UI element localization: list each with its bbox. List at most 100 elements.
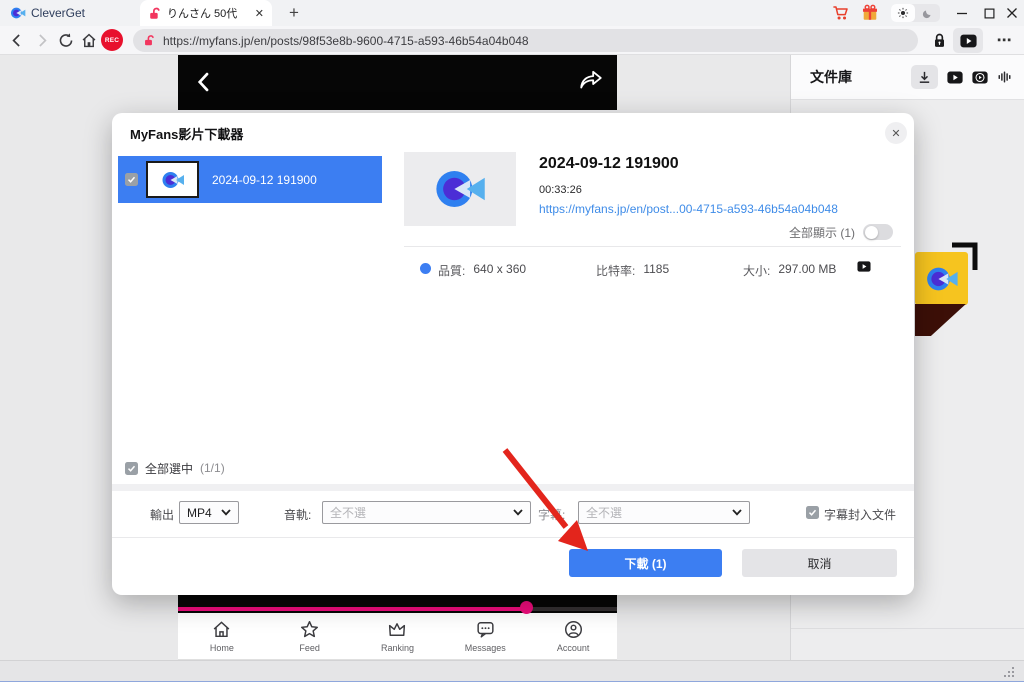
crown-icon: [389, 623, 406, 637]
section-divider: [112, 484, 914, 491]
select-all-checkbox[interactable]: [125, 461, 138, 475]
video-library-icon[interactable]: [947, 71, 963, 84]
nav-item-feed[interactable]: Feed: [275, 619, 345, 659]
item-checkbox[interactable]: [125, 173, 138, 186]
dialog-title: MyFans影片下載器: [130, 127, 244, 142]
light-mode-segment[interactable]: [891, 4, 915, 22]
audio-track-select[interactable]: 全不選: [322, 501, 531, 524]
embed-subtitle-checkbox[interactable]: [806, 506, 819, 519]
downloading-video-icon[interactable]: [972, 71, 988, 84]
detail-duration: 00:33:26: [539, 184, 582, 196]
app-window: CleverGet りんさん 50代 ✕ + REC https://myfan…: [0, 0, 1024, 682]
progress-watched: [178, 607, 527, 611]
back-icon[interactable]: [8, 32, 26, 49]
close-window-button[interactable]: [1000, 0, 1024, 26]
bitrate-value: 1185: [643, 262, 670, 276]
tab-close-icon[interactable]: ✕: [255, 7, 264, 20]
video-downloader-button[interactable]: [953, 28, 983, 53]
sun-icon: [897, 7, 909, 19]
audio-waveform-icon[interactable]: [997, 70, 1012, 84]
item-title: 2024-09-12 191900: [212, 172, 317, 187]
rec-badge[interactable]: REC: [101, 29, 123, 51]
widget-logo-tile[interactable]: [915, 252, 968, 305]
quality-label: 品質:: [438, 264, 466, 278]
library-tab-downloading[interactable]: [911, 65, 938, 89]
widget-ribbon: [915, 304, 966, 336]
nav-item-ranking[interactable]: Ranking: [362, 619, 432, 659]
chevron-down-icon: [513, 509, 523, 516]
share-icon[interactable]: [578, 69, 604, 93]
url-text: https://myfans.jp/en/posts/98f53e8b-9600…: [163, 33, 529, 48]
gift-icon[interactable]: [861, 4, 879, 22]
video-download-icon: [959, 34, 977, 47]
app-title: CleverGet: [31, 6, 86, 20]
lock-icon[interactable]: [932, 32, 947, 49]
check-icon: [808, 509, 817, 516]
page-back-icon[interactable]: [194, 71, 214, 93]
embed-subtitle-label: 字幕封入文件: [824, 508, 897, 522]
new-tab-button[interactable]: +: [284, 0, 304, 26]
select-all-count: (1/1): [200, 461, 225, 475]
forward-icon[interactable]: [33, 32, 51, 49]
quality-radio[interactable]: [420, 263, 431, 274]
output-format-select[interactable]: MP4: [179, 501, 239, 524]
cleverget-logo-icon: [436, 171, 485, 207]
select-all-row[interactable]: 全部選中 (1/1): [125, 460, 225, 476]
check-icon: [127, 176, 136, 183]
nav-label: Ranking: [380, 643, 414, 653]
download-icon: [919, 71, 930, 83]
browser-menu-icon[interactable]: ⋯: [992, 29, 1016, 52]
detail-source-link[interactable]: https://myfans.jp/en/post...00-4715-a593…: [539, 202, 838, 216]
download-button[interactable]: 下載 (1): [569, 549, 722, 577]
size-value: 297.00 MB: [778, 262, 837, 276]
minimize-button[interactable]: [950, 0, 974, 26]
theme-toggle[interactable]: [891, 4, 940, 22]
library-title: 文件庫: [810, 69, 852, 85]
home-icon[interactable]: [80, 32, 98, 49]
nav-item-messages[interactable]: Messages: [450, 619, 520, 659]
reload-icon[interactable]: [57, 32, 75, 49]
moon-icon: [922, 9, 931, 18]
maximize-button[interactable]: [977, 0, 1001, 26]
progress-remaining: [527, 607, 617, 611]
minimize-icon: [957, 12, 967, 15]
cancel-button[interactable]: 取消: [742, 549, 897, 577]
maximize-icon: [984, 8, 994, 18]
site-bottom-nav: Home Feed Ranking Messages Account: [178, 613, 617, 660]
output-label: 輸出: [150, 508, 175, 522]
progress-handle[interactable]: [520, 601, 533, 614]
status-strip: [0, 660, 1024, 681]
browser-toolbar: REC https://myfans.jp/en/posts/98f53e8b-…: [0, 26, 1024, 55]
dialog-close-icon[interactable]: ✕: [885, 122, 907, 144]
video-list-item[interactable]: 2024-09-12 191900: [118, 156, 382, 203]
cart-icon[interactable]: [832, 5, 850, 21]
cleverget-logo-icon: [11, 7, 26, 19]
resize-grip-icon[interactable]: [1002, 667, 1016, 679]
drag-drop-widget[interactable]: [915, 240, 1024, 340]
account-icon: [564, 620, 582, 639]
show-all-toggle[interactable]: [863, 224, 893, 240]
subtitle-value: 全不選: [586, 506, 623, 520]
browser-tab[interactable]: りんさん 50代 ✕: [140, 0, 272, 26]
nav-item-home[interactable]: Home: [187, 619, 257, 659]
library-tabs: [911, 65, 1012, 89]
show-all-row: 全部顯示 (1): [789, 223, 893, 241]
address-bar[interactable]: https://myfans.jp/en/posts/98f53e8b-9600…: [133, 29, 918, 52]
chevron-down-icon: [221, 509, 231, 516]
nav-item-account[interactable]: Account: [538, 619, 608, 659]
quality-option-row[interactable]: 品質: 640 x 360 比特率: 1185 大小: 297.00 MB: [404, 254, 901, 284]
star-icon: [301, 620, 319, 638]
video-progress-bar[interactable]: [178, 595, 617, 614]
video-player-header: [178, 55, 617, 110]
detail-thumbnail: [404, 152, 516, 226]
nav-label: Feed: [299, 643, 320, 653]
select-all-label: 全部選中: [145, 461, 194, 476]
tab-title: りんさん 50代: [167, 8, 238, 20]
nav-label: Account: [556, 643, 590, 653]
nav-label: Home: [209, 643, 234, 653]
download-dialog: MyFans影片下載器 ✕ 2024-09-12 191900 2024-09-…: [112, 113, 914, 595]
dark-mode-segment[interactable]: [915, 4, 939, 22]
close-window-icon: [1007, 8, 1017, 18]
subtitle-select[interactable]: 全不選: [578, 501, 750, 524]
cleverget-logo-icon: [162, 171, 184, 188]
